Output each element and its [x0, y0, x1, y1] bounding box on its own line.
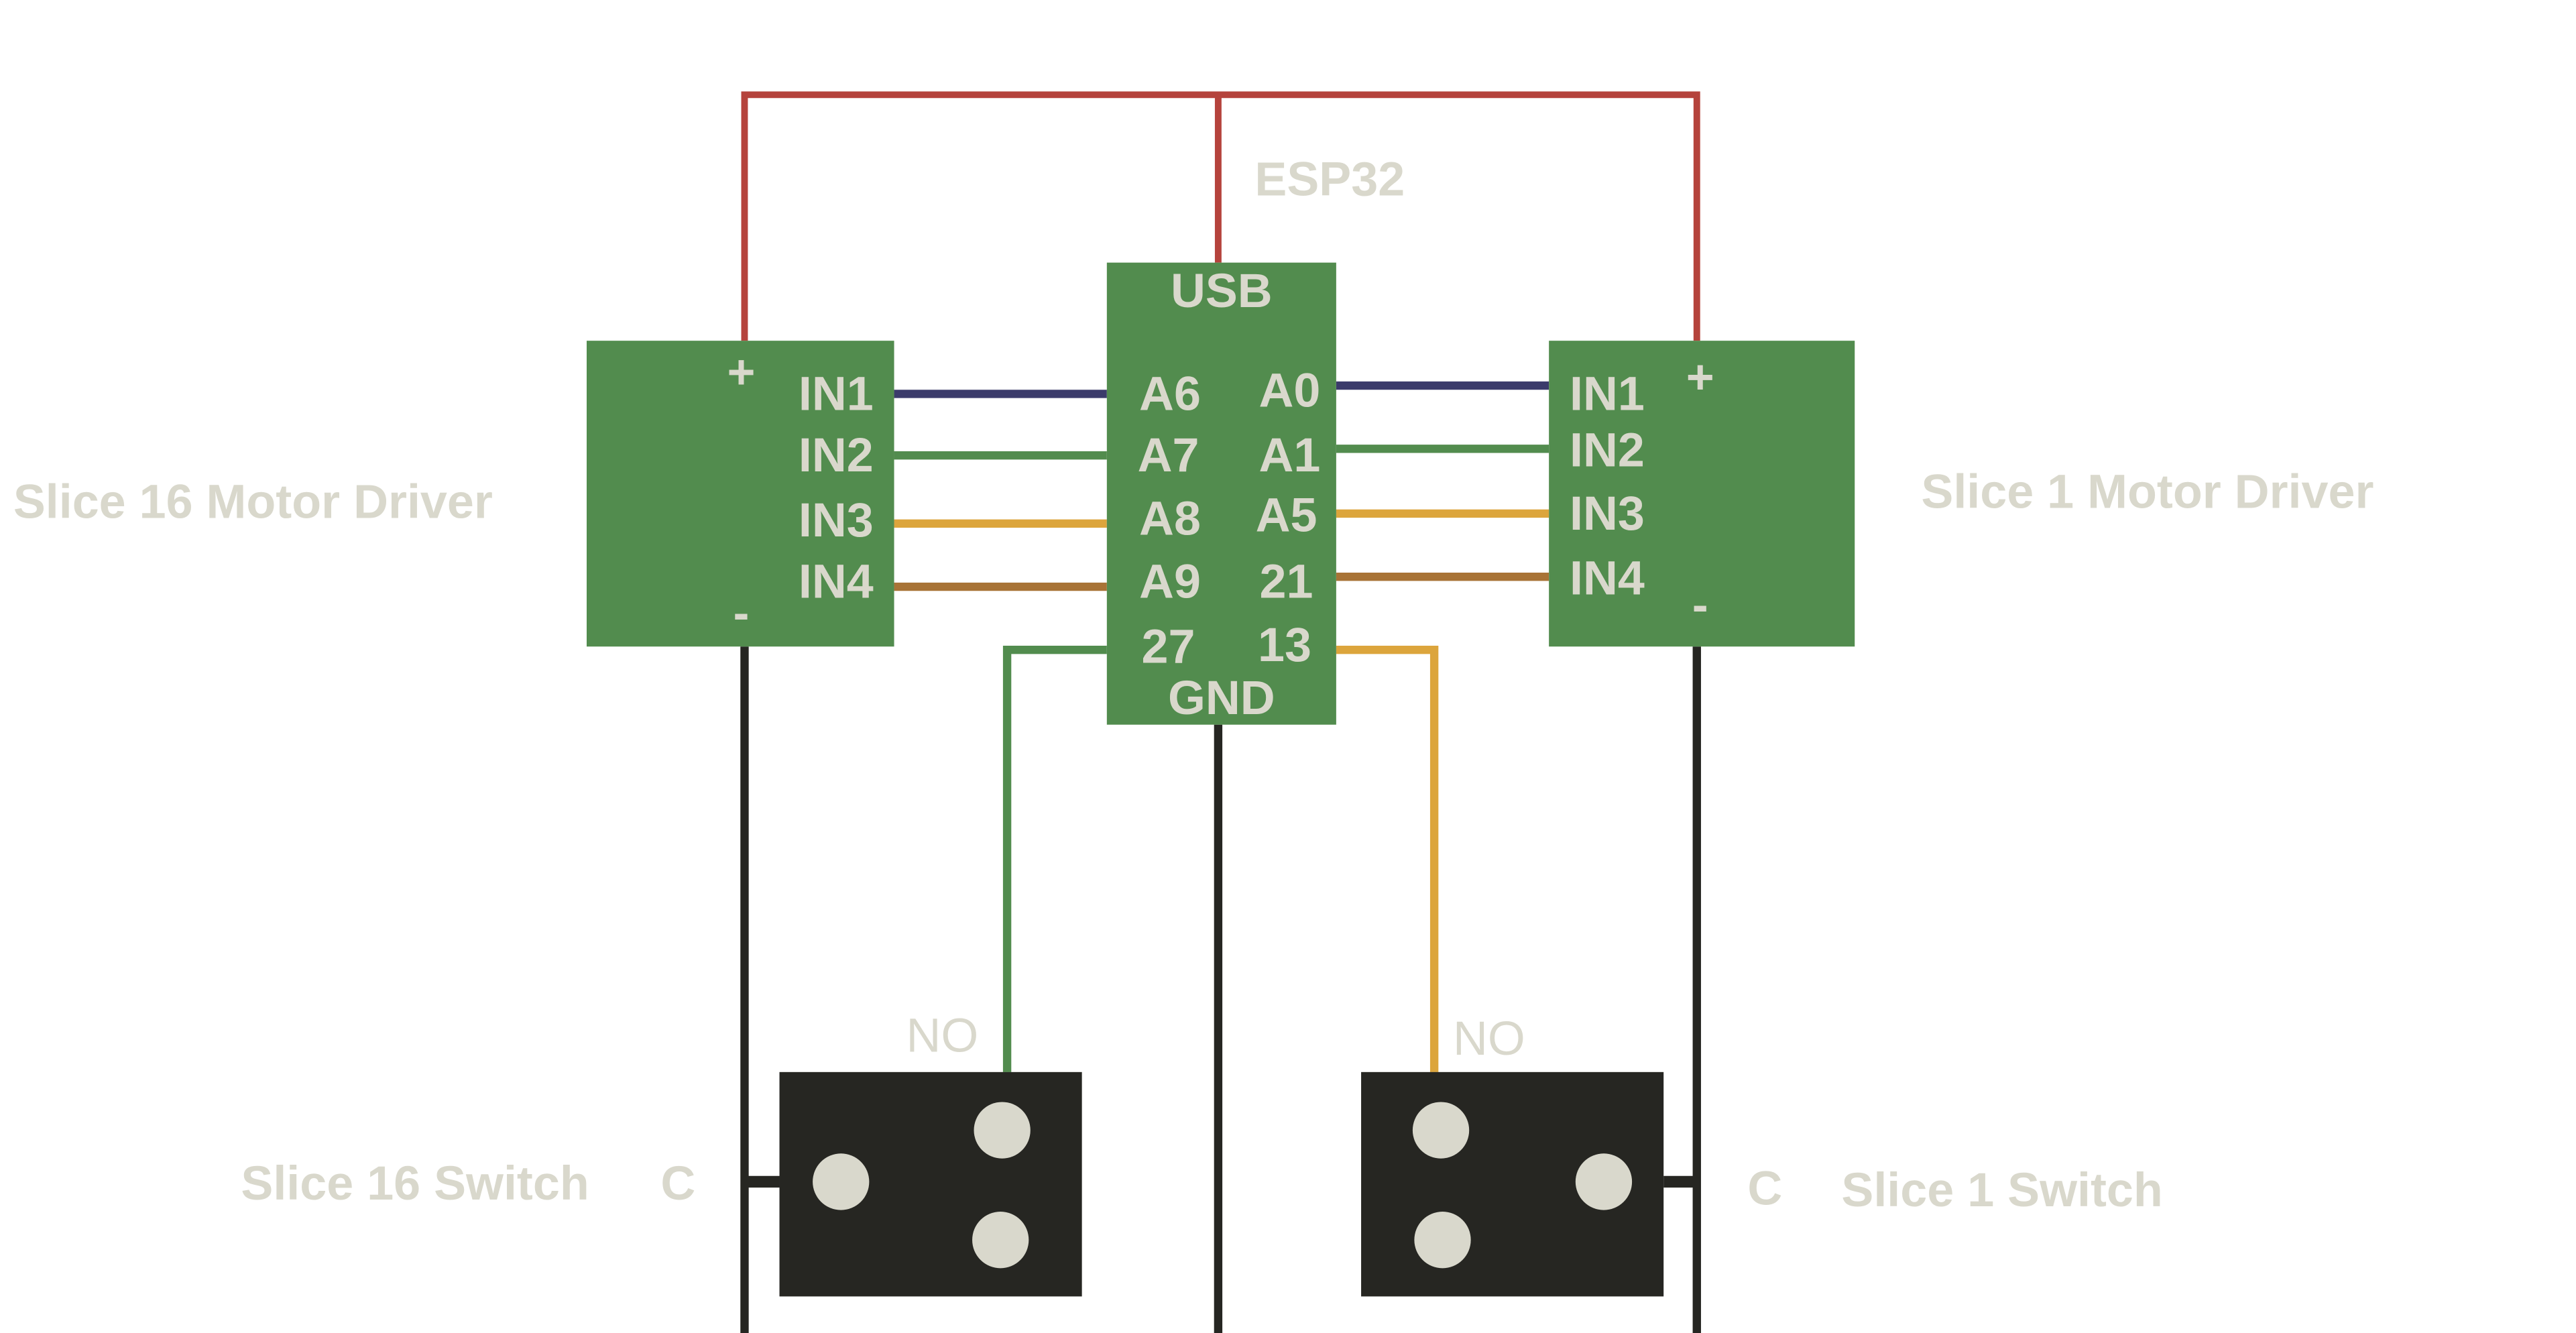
esp32-pin-label: 21: [1260, 555, 1313, 609]
left-driver-pin-label: IN3: [799, 494, 874, 547]
right-driver-pin-label: IN2: [1570, 424, 1645, 477]
left-driver-title: Slice 16 Motor Driver: [13, 475, 493, 529]
left-switch-title: Slice 16 Switch: [241, 1157, 589, 1210]
wiring-diagram: ESP32 USB GND A6 A7 A8 A9 27 A0 A1 A5 21…: [13, 91, 2374, 1333]
right-driver-minus: -: [1692, 578, 1708, 632]
esp32-pin-label: A1: [1259, 428, 1321, 482]
switch-terminal: [813, 1153, 870, 1210]
switch-terminal: [1575, 1153, 1633, 1210]
esp32-pin-label: 27: [1142, 620, 1195, 673]
wire-switch-left-no: [1002, 646, 1107, 1072]
right-switch-title: Slice 1 Switch: [1841, 1163, 2162, 1217]
esp32-usb-label: USB: [1171, 264, 1273, 318]
esp32-pin-label: A6: [1139, 367, 1201, 420]
right-driver-pin-label: IN3: [1570, 487, 1645, 540]
esp32-pin-label: A8: [1139, 491, 1201, 545]
switch-terminal: [1414, 1212, 1471, 1269]
switch-terminal: [1412, 1102, 1470, 1159]
right-driver-title: Slice 1 Motor Driver: [1921, 465, 2374, 519]
left-switch-no-label: NO: [906, 1008, 979, 1062]
switch-terminal: [974, 1102, 1031, 1159]
esp32-pin-label: A5: [1256, 488, 1318, 542]
right-switch-c-label: C: [1747, 1161, 1782, 1215]
esp32-gnd-label: GND: [1168, 671, 1275, 725]
left-driver-pin-label: IN2: [799, 428, 874, 482]
switch-terminal: [972, 1212, 1029, 1269]
right-driver-pin-label: IN1: [1570, 367, 1645, 420]
left-driver-plus: +: [727, 345, 756, 399]
esp32-pin-label: A7: [1138, 428, 1199, 482]
right-driver-plus: +: [1686, 351, 1714, 404]
left-driver-pin-label: IN4: [799, 555, 874, 609]
esp32-pin-label: 13: [1258, 618, 1311, 672]
esp32-title: ESP32: [1254, 153, 1405, 207]
wire-switch-right-no: [1336, 646, 1439, 1072]
right-switch-no-label: NO: [1453, 1012, 1525, 1065]
left-switch-c-label: C: [660, 1157, 695, 1210]
right-driver-pin-label: IN4: [1570, 552, 1645, 605]
left-driver-pin-label: IN1: [799, 367, 874, 420]
esp32-pin-label: A0: [1259, 364, 1321, 418]
left-driver-minus: -: [734, 587, 750, 640]
esp32-pin-label: A9: [1139, 555, 1201, 609]
